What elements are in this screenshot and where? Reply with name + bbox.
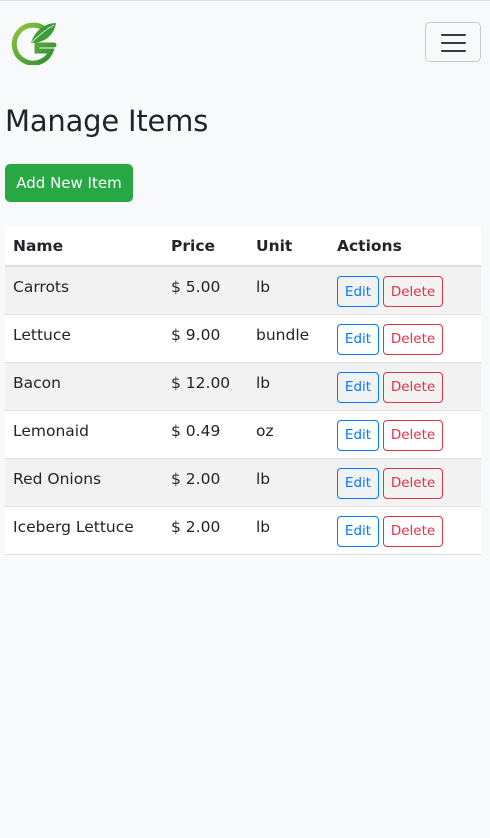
delete-button[interactable]: Delete — [383, 467, 443, 499]
delete-button[interactable]: Delete — [383, 419, 443, 451]
item-price: $ 0.49 — [163, 410, 248, 459]
item-actions: Edit Delete — [329, 266, 481, 315]
item-unit: lb — [248, 458, 329, 507]
item-price: $ 2.00 — [163, 458, 248, 507]
item-name: Bacon — [5, 362, 163, 411]
hamburger-menu-icon — [441, 34, 466, 36]
item-name: Carrots — [5, 266, 163, 315]
item-actions: Edit Delete — [329, 362, 481, 411]
edit-button[interactable]: Edit — [337, 371, 379, 403]
leaf-g-logo-icon[interactable] — [11, 21, 57, 65]
delete-button[interactable]: Delete — [383, 276, 443, 307]
item-unit: bundle — [248, 314, 329, 363]
item-name: Lettuce — [5, 314, 163, 363]
add-new-item-button[interactable]: Add New Item — [5, 164, 133, 202]
item-actions: Edit Delete — [329, 314, 481, 363]
item-actions: Edit Delete — [329, 506, 481, 555]
items-table: Name Price Unit Actions Carrots $ 5.00 l… — [5, 226, 481, 555]
hamburger-line — [441, 50, 466, 52]
column-header-price: Price — [163, 226, 248, 267]
edit-button[interactable]: Edit — [337, 323, 379, 355]
delete-button[interactable]: Delete — [383, 515, 443, 547]
item-unit: lb — [248, 362, 329, 411]
item-price: $ 9.00 — [163, 314, 248, 363]
column-header-actions: Actions — [329, 226, 481, 267]
table-row: Iceberg Lettuce $ 2.00 lb Edit Delete — [5, 506, 481, 555]
table-row: Carrots $ 5.00 lb Edit Delete — [5, 266, 481, 315]
item-name: Iceberg Lettuce — [5, 506, 163, 555]
hamburger-line — [441, 42, 466, 44]
edit-button[interactable]: Edit — [337, 515, 379, 547]
delete-button[interactable]: Delete — [383, 371, 443, 403]
table-header-row: Name Price Unit Actions — [5, 226, 481, 267]
item-unit: lb — [248, 506, 329, 555]
column-header-name: Name — [5, 226, 163, 267]
table-row: Red Onions $ 2.00 lb Edit Delete — [5, 458, 481, 507]
table-row: Bacon $ 12.00 lb Edit Delete — [5, 362, 481, 411]
item-unit: oz — [248, 410, 329, 459]
navbar — [0, 0, 490, 84]
delete-button[interactable]: Delete — [383, 323, 443, 355]
page-title: Manage Items — [5, 104, 209, 138]
edit-button[interactable]: Edit — [337, 419, 379, 451]
edit-button[interactable]: Edit — [337, 276, 379, 307]
item-name: Red Onions — [5, 458, 163, 507]
table-row: Lemonaid $ 0.49 oz Edit Delete — [5, 410, 481, 459]
table-row: Lettuce $ 9.00 bundle Edit Delete — [5, 314, 481, 363]
item-actions: Edit Delete — [329, 458, 481, 507]
navbar-toggler-button[interactable] — [425, 22, 481, 62]
item-price: $ 2.00 — [163, 506, 248, 555]
item-unit: lb — [248, 266, 329, 315]
item-name: Lemonaid — [5, 410, 163, 459]
item-actions: Edit Delete — [329, 410, 481, 459]
column-header-unit: Unit — [248, 226, 329, 267]
edit-button[interactable]: Edit — [337, 467, 379, 499]
item-price: $ 12.00 — [163, 362, 248, 411]
item-price: $ 5.00 — [163, 266, 248, 315]
